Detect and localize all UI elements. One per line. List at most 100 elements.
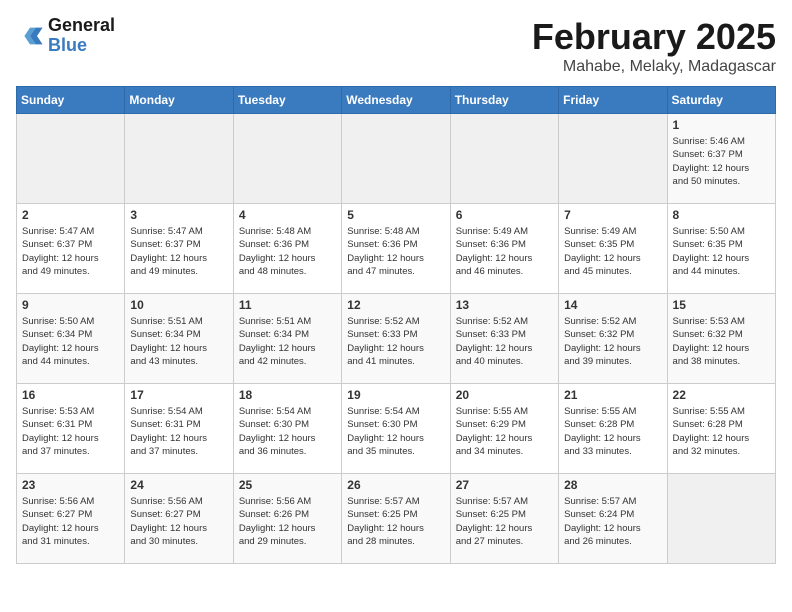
calendar-cell: 19 Sunrise: 5:54 AM Sunset: 6:30 PM Dayli… xyxy=(342,384,450,474)
day-info: Sunrise: 5:54 AM Sunset: 6:30 PM Dayligh… xyxy=(347,405,444,458)
location-title: Mahabe, Melaky, Madagascar xyxy=(532,58,776,76)
calendar-cell: 1 Sunrise: 5:46 AM Sunset: 6:37 PM Daylig… xyxy=(667,114,775,204)
day-number: 6 xyxy=(456,208,553,222)
calendar-cell: 17 Sunrise: 5:54 AM Sunset: 6:31 PM Dayli… xyxy=(125,384,233,474)
calendar-cell xyxy=(559,114,667,204)
day-info: Sunrise: 5:57 AM Sunset: 6:25 PM Dayligh… xyxy=(347,495,444,548)
day-info: Sunrise: 5:49 AM Sunset: 6:35 PM Dayligh… xyxy=(564,225,661,278)
calendar-cell: 2 Sunrise: 5:47 AM Sunset: 6:37 PM Daylig… xyxy=(17,204,125,294)
day-number: 7 xyxy=(564,208,661,222)
day-number: 8 xyxy=(673,208,770,222)
day-number: 26 xyxy=(347,478,444,492)
calendar-cell: 27 Sunrise: 5:57 AM Sunset: 6:25 PM Dayli… xyxy=(450,474,558,564)
day-header-friday: Friday xyxy=(559,87,667,114)
calendar-cell: 24 Sunrise: 5:56 AM Sunset: 6:27 PM Dayli… xyxy=(125,474,233,564)
day-header-saturday: Saturday xyxy=(667,87,775,114)
week-row-5: 23 Sunrise: 5:56 AM Sunset: 6:27 PM Dayli… xyxy=(17,474,776,564)
title-block: February 2025 Mahabe, Melaky, Madagascar xyxy=(532,16,776,76)
day-number: 11 xyxy=(239,298,336,312)
day-info: Sunrise: 5:48 AM Sunset: 6:36 PM Dayligh… xyxy=(347,225,444,278)
day-number: 24 xyxy=(130,478,227,492)
day-header-monday: Monday xyxy=(125,87,233,114)
logo: General Blue xyxy=(16,16,115,56)
logo-text: General Blue xyxy=(48,16,115,56)
day-number: 14 xyxy=(564,298,661,312)
day-header-tuesday: Tuesday xyxy=(233,87,341,114)
day-number: 25 xyxy=(239,478,336,492)
day-number: 9 xyxy=(22,298,119,312)
day-info: Sunrise: 5:52 AM Sunset: 6:33 PM Dayligh… xyxy=(347,315,444,368)
day-info: Sunrise: 5:47 AM Sunset: 6:37 PM Dayligh… xyxy=(22,225,119,278)
calendar-cell: 11 Sunrise: 5:51 AM Sunset: 6:34 PM Dayli… xyxy=(233,294,341,384)
calendar-cell: 26 Sunrise: 5:57 AM Sunset: 6:25 PM Dayli… xyxy=(342,474,450,564)
day-number: 27 xyxy=(456,478,553,492)
calendar-cell: 22Sunrise: 5:55 AM Sunset: 6:28 PM Dayli… xyxy=(667,384,775,474)
calendar-cell xyxy=(17,114,125,204)
day-header-sunday: Sunday xyxy=(17,87,125,114)
calendar-cell xyxy=(125,114,233,204)
calendar-cell xyxy=(667,474,775,564)
day-info: Sunrise: 5:56 AM Sunset: 6:27 PM Dayligh… xyxy=(130,495,227,548)
calendar-cell: 6 Sunrise: 5:49 AM Sunset: 6:36 PM Daylig… xyxy=(450,204,558,294)
day-info: Sunrise: 5:51 AM Sunset: 6:34 PM Dayligh… xyxy=(239,315,336,368)
day-number: 1 xyxy=(673,118,770,132)
calendar-cell xyxy=(233,114,341,204)
day-info: Sunrise: 5:53 AM Sunset: 6:31 PM Dayligh… xyxy=(22,405,119,458)
day-number: 13 xyxy=(456,298,553,312)
day-info: Sunrise: 5:54 AM Sunset: 6:31 PM Dayligh… xyxy=(130,405,227,458)
day-number: 19 xyxy=(347,388,444,402)
calendar-cell: 18 Sunrise: 5:54 AM Sunset: 6:30 PM Dayli… xyxy=(233,384,341,474)
calendar-cell xyxy=(342,114,450,204)
day-number: 22 xyxy=(673,388,770,402)
calendar-cell: 13Sunrise: 5:52 AM Sunset: 6:33 PM Dayli… xyxy=(450,294,558,384)
week-row-1: 1 Sunrise: 5:46 AM Sunset: 6:37 PM Daylig… xyxy=(17,114,776,204)
page-header: General Blue February 2025 Mahabe, Melak… xyxy=(16,16,776,76)
day-info: Sunrise: 5:57 AM Sunset: 6:25 PM Dayligh… xyxy=(456,495,553,548)
day-info: Sunrise: 5:47 AM Sunset: 6:37 PM Dayligh… xyxy=(130,225,227,278)
day-number: 12 xyxy=(347,298,444,312)
logo-icon xyxy=(16,22,44,50)
day-info: Sunrise: 5:50 AM Sunset: 6:35 PM Dayligh… xyxy=(673,225,770,278)
calendar-cell: 14 Sunrise: 5:52 AM Sunset: 6:32 PM Dayli… xyxy=(559,294,667,384)
day-info: Sunrise: 5:48 AM Sunset: 6:36 PM Dayligh… xyxy=(239,225,336,278)
calendar-cell: 9 Sunrise: 5:50 AM Sunset: 6:34 PM Daylig… xyxy=(17,294,125,384)
day-number: 21 xyxy=(564,388,661,402)
month-title: February 2025 xyxy=(532,16,776,58)
day-number: 20 xyxy=(456,388,553,402)
calendar-header-row: SundayMondayTuesdayWednesdayThursdayFrid… xyxy=(17,87,776,114)
day-number: 28 xyxy=(564,478,661,492)
day-info: Sunrise: 5:56 AM Sunset: 6:27 PM Dayligh… xyxy=(22,495,119,548)
day-info: Sunrise: 5:55 AM Sunset: 6:29 PM Dayligh… xyxy=(456,405,553,458)
day-info: Sunrise: 5:49 AM Sunset: 6:36 PM Dayligh… xyxy=(456,225,553,278)
day-header-thursday: Thursday xyxy=(450,87,558,114)
calendar-cell: 25Sunrise: 5:56 AM Sunset: 6:26 PM Dayli… xyxy=(233,474,341,564)
day-number: 4 xyxy=(239,208,336,222)
day-info: Sunrise: 5:57 AM Sunset: 6:24 PM Dayligh… xyxy=(564,495,661,548)
calendar-cell: 3 Sunrise: 5:47 AM Sunset: 6:37 PM Daylig… xyxy=(125,204,233,294)
calendar-cell: 21 Sunrise: 5:55 AM Sunset: 6:28 PM Dayli… xyxy=(559,384,667,474)
day-number: 18 xyxy=(239,388,336,402)
week-row-2: 2 Sunrise: 5:47 AM Sunset: 6:37 PM Daylig… xyxy=(17,204,776,294)
day-info: Sunrise: 5:50 AM Sunset: 6:34 PM Dayligh… xyxy=(22,315,119,368)
calendar-cell xyxy=(450,114,558,204)
day-number: 2 xyxy=(22,208,119,222)
calendar-cell: 16 Sunrise: 5:53 AM Sunset: 6:31 PM Dayli… xyxy=(17,384,125,474)
day-number: 23 xyxy=(22,478,119,492)
calendar-cell: 5Sunrise: 5:48 AM Sunset: 6:36 PM Daylig… xyxy=(342,204,450,294)
calendar-cell: 12 Sunrise: 5:52 AM Sunset: 6:33 PM Dayli… xyxy=(342,294,450,384)
calendar-table: SundayMondayTuesdayWednesdayThursdayFrid… xyxy=(16,86,776,564)
day-info: Sunrise: 5:52 AM Sunset: 6:32 PM Dayligh… xyxy=(564,315,661,368)
calendar-cell: 15Sunrise: 5:53 AM Sunset: 6:32 PM Dayli… xyxy=(667,294,775,384)
day-number: 17 xyxy=(130,388,227,402)
week-row-3: 9 Sunrise: 5:50 AM Sunset: 6:34 PM Daylig… xyxy=(17,294,776,384)
day-info: Sunrise: 5:54 AM Sunset: 6:30 PM Dayligh… xyxy=(239,405,336,458)
day-number: 10 xyxy=(130,298,227,312)
calendar-cell: 8 Sunrise: 5:50 AM Sunset: 6:35 PM Daylig… xyxy=(667,204,775,294)
calendar-cell: 23 Sunrise: 5:56 AM Sunset: 6:27 PM Dayli… xyxy=(17,474,125,564)
day-number: 3 xyxy=(130,208,227,222)
calendar-cell: 10Sunrise: 5:51 AM Sunset: 6:34 PM Dayli… xyxy=(125,294,233,384)
day-info: Sunrise: 5:55 AM Sunset: 6:28 PM Dayligh… xyxy=(564,405,661,458)
day-number: 16 xyxy=(22,388,119,402)
day-info: Sunrise: 5:46 AM Sunset: 6:37 PM Dayligh… xyxy=(673,135,770,188)
day-number: 15 xyxy=(673,298,770,312)
